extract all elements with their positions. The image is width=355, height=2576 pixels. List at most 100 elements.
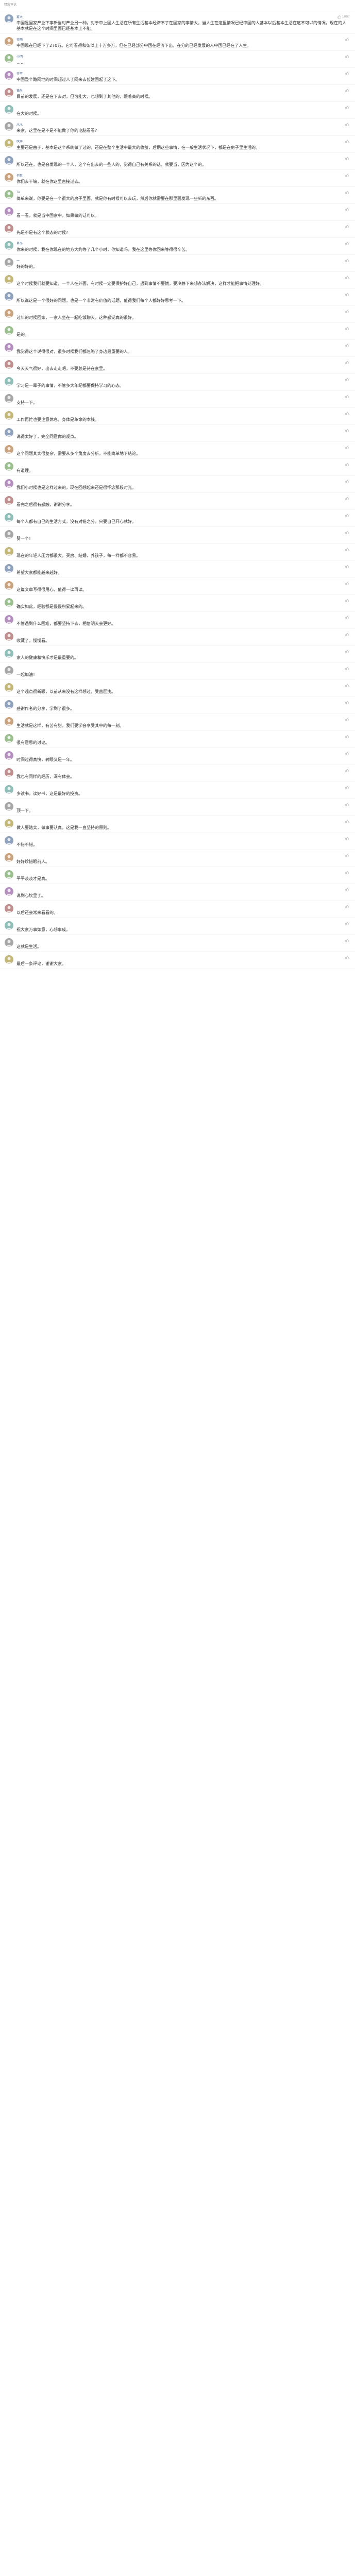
- avatar[interactable]: [5, 275, 13, 284]
- comment-username[interactable]: 吃干: [16, 139, 23, 144]
- like-button[interactable]: [345, 377, 350, 381]
- like-button[interactable]: [345, 479, 350, 483]
- like-button[interactable]: [345, 785, 350, 789]
- avatar[interactable]: [5, 445, 13, 454]
- avatar[interactable]: [5, 411, 13, 420]
- avatar[interactable]: [5, 224, 13, 233]
- like-button[interactable]: [345, 955, 350, 959]
- like-button[interactable]: [345, 445, 350, 449]
- like-button[interactable]: [345, 156, 350, 160]
- avatar[interactable]: [5, 632, 13, 641]
- avatar[interactable]: [5, 955, 13, 964]
- like-button[interactable]: [345, 207, 350, 211]
- like-button[interactable]: [345, 598, 350, 602]
- like-button[interactable]: [345, 258, 350, 262]
- like-button[interactable]: [345, 700, 350, 704]
- like-button[interactable]: [345, 904, 350, 908]
- avatar[interactable]: [5, 37, 13, 46]
- like-button[interactable]: [345, 326, 350, 330]
- avatar[interactable]: [5, 751, 13, 760]
- avatar[interactable]: [5, 326, 13, 335]
- like-button[interactable]: [345, 870, 350, 874]
- like-button[interactable]: [345, 411, 350, 415]
- like-button[interactable]: [345, 292, 350, 296]
- avatar[interactable]: [5, 734, 13, 743]
- avatar[interactable]: [5, 122, 13, 131]
- like-button[interactable]: [345, 37, 350, 41]
- comment-username[interactable]: 猫生: [16, 88, 23, 93]
- like-button[interactable]: [345, 802, 350, 806]
- comment-username[interactable]: 何其: [16, 173, 23, 178]
- comment-username[interactable]: 亦雨: [16, 37, 23, 42]
- comment-username[interactable]: 雾大: [16, 14, 23, 19]
- like-button[interactable]: [345, 853, 350, 857]
- like-button[interactable]: [345, 649, 350, 653]
- like-button[interactable]: [345, 581, 350, 585]
- like-button[interactable]: [345, 615, 350, 619]
- avatar[interactable]: [5, 802, 13, 811]
- avatar[interactable]: [5, 71, 13, 80]
- like-button[interactable]: [345, 887, 350, 891]
- avatar[interactable]: [5, 615, 13, 624]
- like-button[interactable]: [345, 360, 350, 364]
- avatar[interactable]: [5, 547, 13, 556]
- like-button[interactable]: [345, 241, 350, 245]
- like-button[interactable]: [345, 938, 350, 942]
- like-button[interactable]: [345, 768, 350, 772]
- avatar[interactable]: [5, 870, 13, 879]
- like-button[interactable]: [345, 88, 350, 92]
- like-button[interactable]: [345, 462, 350, 466]
- like-button[interactable]: [345, 717, 350, 721]
- like-button[interactable]: [345, 54, 350, 58]
- avatar[interactable]: [5, 105, 13, 114]
- comment-username[interactable]: 亦可: [16, 71, 23, 76]
- like-button[interactable]: [345, 513, 350, 517]
- avatar[interactable]: [5, 853, 13, 862]
- like-button[interactable]: [345, 921, 350, 925]
- avatar[interactable]: [5, 377, 13, 386]
- like-button[interactable]: [345, 530, 350, 534]
- avatar[interactable]: [5, 717, 13, 726]
- like-button[interactable]: [345, 683, 350, 687]
- like-button[interactable]: [345, 105, 350, 109]
- avatar[interactable]: [5, 649, 13, 658]
- avatar[interactable]: [5, 700, 13, 709]
- avatar[interactable]: [5, 513, 13, 522]
- like-button[interactable]: [345, 122, 350, 126]
- comment-username[interactable]: Tu: [16, 191, 20, 194]
- avatar[interactable]: [5, 241, 13, 250]
- avatar[interactable]: [5, 258, 13, 267]
- avatar[interactable]: [5, 343, 13, 352]
- avatar[interactable]: [5, 88, 13, 97]
- like-button[interactable]: [345, 547, 350, 551]
- like-button[interactable]: [345, 309, 350, 313]
- avatar[interactable]: [5, 360, 13, 369]
- like-button[interactable]: [345, 496, 350, 500]
- avatar[interactable]: [5, 479, 13, 488]
- like-button[interactable]: [345, 394, 350, 398]
- like-button[interactable]: [345, 190, 350, 194]
- like-button[interactable]: [345, 71, 350, 75]
- comment-username[interactable]: 木木: [16, 122, 23, 127]
- avatar[interactable]: [5, 904, 13, 913]
- like-button[interactable]: [345, 173, 350, 177]
- comment-username[interactable]: 星坐: [16, 241, 23, 246]
- like-button[interactable]: [345, 836, 350, 840]
- avatar[interactable]: [5, 292, 13, 301]
- avatar[interactable]: [5, 598, 13, 607]
- like-button[interactable]: [345, 666, 350, 670]
- comment-username[interactable]: 小明: [16, 54, 23, 59]
- avatar[interactable]: [5, 139, 13, 148]
- avatar[interactable]: [5, 938, 13, 947]
- avatar[interactable]: [5, 428, 13, 437]
- avatar[interactable]: [5, 14, 13, 23]
- like-button[interactable]: 1007: [337, 15, 350, 19]
- avatar[interactable]: [5, 836, 13, 845]
- avatar[interactable]: [5, 683, 13, 692]
- like-button[interactable]: [345, 751, 350, 755]
- like-button[interactable]: [345, 428, 350, 432]
- avatar[interactable]: [5, 207, 13, 216]
- like-button[interactable]: [345, 632, 350, 636]
- avatar[interactable]: [5, 785, 13, 794]
- like-button[interactable]: [345, 819, 350, 823]
